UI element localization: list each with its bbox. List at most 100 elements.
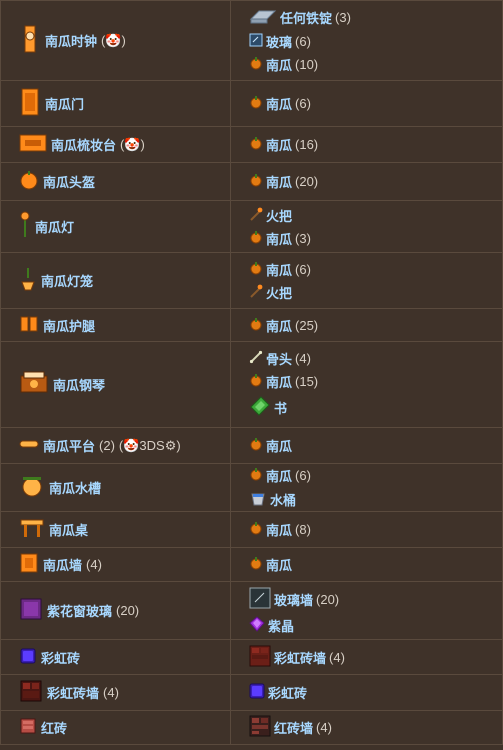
ingredient-list: 骨头 (4) 南瓜 (15) 书 <box>249 349 496 420</box>
result-item-link[interactable]: 南瓜梳妆台 <box>51 135 116 154</box>
ingredient-link[interactable]: 南瓜 <box>266 229 292 248</box>
recipe-table: 南瓜时钟 (🤡) 任何铁锭 (3) 玻璃 (6) 南瓜 (10) 南瓜门 南瓜 (6) 南瓜梳妆台 (🤡… <box>0 0 503 745</box>
result-item-link[interactable]: 南瓜门 <box>45 94 84 113</box>
rainbow-brick-wall-icon <box>249 645 271 670</box>
result-item-link[interactable]: 南瓜护腿 <box>43 316 95 335</box>
ingredient-link[interactable]: 彩虹砖墙 <box>274 648 326 667</box>
result-item-link[interactable]: 南瓜水槽 <box>49 478 101 497</box>
result-item-link[interactable]: 南瓜灯 <box>35 217 74 236</box>
ingredient-item: 火把 <box>249 283 496 302</box>
result-item-link[interactable]: 彩虹砖墙 <box>47 683 99 702</box>
ingredient-link[interactable]: 南瓜 <box>266 372 292 391</box>
recipe-row: 彩虹砖墙 (4) 彩虹砖 <box>0 674 503 711</box>
ingredient-qty: (6) <box>295 261 311 277</box>
ingredient-link[interactable]: 骨头 <box>266 349 292 368</box>
result-cell: 南瓜护腿 <box>0 308 231 342</box>
result-cell: 紫花窗玻璃 (20) <box>0 581 231 640</box>
ingredient-link[interactable]: 任何铁锭 <box>280 8 332 27</box>
ingredient-item: 水桶 <box>249 489 496 510</box>
recipe-row: 南瓜头盔 南瓜 (20) <box>0 162 503 201</box>
ingredient-link[interactable]: 南瓜 <box>266 94 292 113</box>
ingredient-item: 红砖墙 (4) <box>249 715 496 740</box>
ingredient-item: 骨头 (4) <box>249 349 496 368</box>
ingredient-link[interactable]: 水桶 <box>270 490 296 509</box>
result-item-link[interactable]: 南瓜头盔 <box>43 172 95 191</box>
ingredient-link[interactable]: 火把 <box>266 283 292 302</box>
ingredients-cell: 南瓜 (6) <box>230 80 503 127</box>
ingredient-link[interactable]: 南瓜 <box>266 520 292 539</box>
ingredient-list: 南瓜 (20) <box>249 172 496 191</box>
pumpkin-icon <box>249 317 263 334</box>
ingredient-link[interactable]: 南瓜 <box>266 436 292 455</box>
ingredient-qty: (4) <box>295 351 311 366</box>
ingredients-cell: 南瓜 (20) <box>230 162 503 201</box>
recipe-row: 紫花窗玻璃 (20) 玻璃墙 (20) 紫晶 <box>0 581 503 640</box>
ingredient-link[interactable]: 红砖墙 <box>274 718 313 737</box>
recipe-row: 南瓜门 南瓜 (6) <box>0 80 503 127</box>
recipe-row: 南瓜钢琴 骨头 (4) 南瓜 (15) 书 <box>0 341 503 428</box>
ingredient-list: 南瓜 (6) <box>249 94 496 113</box>
result-item-icon <box>19 679 43 706</box>
result-item-link[interactable]: 南瓜时钟 <box>45 31 97 50</box>
ingredient-link[interactable]: 火把 <box>266 206 292 225</box>
ingredient-item: 南瓜 (8) <box>249 520 496 539</box>
ingredient-item: 南瓜 (16) <box>249 135 496 154</box>
result-qty: (2) <box>99 438 115 453</box>
ingredient-link[interactable]: 书 <box>274 398 287 417</box>
recipe-row: 南瓜墙 (4) 南瓜 <box>0 547 503 582</box>
water-bucket-icon <box>249 489 267 510</box>
ingredient-item: 南瓜 (3) <box>249 229 496 248</box>
result-item-icon <box>19 437 39 454</box>
ingredient-qty: (20) <box>316 591 340 607</box>
ingredient-item: 南瓜 <box>249 436 496 455</box>
platform-badge: (🤡3DS⚙) <box>118 437 181 453</box>
iron-bar-icon <box>249 7 277 28</box>
recipe-row: 南瓜平台 (2) (🤡3DS⚙) 南瓜 <box>0 427 503 464</box>
ingredient-link[interactable]: 南瓜 <box>266 466 292 485</box>
result-item-link[interactable]: 南瓜墙 <box>43 555 82 574</box>
result-cell: 南瓜梳妆台 (🤡) <box>0 126 231 163</box>
result-item-icon <box>19 717 37 738</box>
result-item-link[interactable]: 紫花窗玻璃 <box>47 601 112 620</box>
ingredients-cell: 红砖墙 (4) <box>230 710 503 745</box>
result-item-link[interactable]: 彩虹砖 <box>41 648 80 667</box>
ingredient-link[interactable]: 玻璃 <box>266 32 292 51</box>
ingredient-item: 南瓜 (6) <box>249 260 496 279</box>
ingredient-link[interactable]: 紫晶 <box>268 616 294 635</box>
ingredient-qty: (10) <box>295 57 319 72</box>
result-item-link[interactable]: 红砖 <box>41 718 67 737</box>
ingredient-item: 南瓜 (10) <box>249 55 496 74</box>
ingredient-qty: (15) <box>295 374 319 389</box>
ingredient-list: 南瓜 (8) <box>249 520 496 539</box>
ingredient-link[interactable]: 彩虹砖 <box>268 683 307 702</box>
result-item-link[interactable]: 南瓜平台 <box>43 436 95 455</box>
ingredient-link[interactable]: 南瓜 <box>266 172 292 191</box>
ingredient-item: 南瓜 (20) <box>249 172 496 191</box>
ingredients-cell: 任何铁锭 (3) 玻璃 (6) 南瓜 (10) <box>230 0 503 81</box>
ingredient-item: 南瓜 (6) <box>249 94 496 113</box>
result-cell: 彩虹砖 <box>0 639 231 675</box>
result-item-icon <box>19 24 41 57</box>
ingredient-list: 红砖墙 (4) <box>249 715 496 740</box>
ingredient-qty: (6) <box>295 34 311 49</box>
ingredient-link[interactable]: 南瓜 <box>266 260 292 279</box>
ingredient-link[interactable]: 南瓜 <box>266 555 292 574</box>
result-item-link[interactable]: 南瓜桌 <box>49 520 88 539</box>
ingredient-item: 玻璃墙 (20) <box>249 587 496 612</box>
result-qty: (4) <box>86 557 102 572</box>
ingredient-list: 彩虹砖 <box>249 683 496 702</box>
ingredients-cell: 骨头 (4) 南瓜 (15) 书 <box>230 341 503 428</box>
result-item-link[interactable]: 南瓜灯笼 <box>41 271 93 290</box>
ingredient-link[interactable]: 南瓜 <box>266 135 292 154</box>
ingredient-qty: (25) <box>295 317 319 333</box>
ingredient-link[interactable]: 玻璃墙 <box>274 590 313 609</box>
ingredient-list: 南瓜 <box>249 555 496 574</box>
ingredients-cell: 南瓜 (6) 火把 <box>230 252 503 309</box>
ingredient-list: 南瓜 <box>249 436 496 455</box>
result-item-link[interactable]: 南瓜钢琴 <box>53 375 105 394</box>
ingredient-link[interactable]: 南瓜 <box>266 55 292 74</box>
result-cell: 南瓜水槽 <box>0 463 231 512</box>
result-cell: 南瓜头盔 <box>0 162 231 201</box>
result-item-icon <box>19 597 43 624</box>
ingredient-link[interactable]: 南瓜 <box>266 316 292 335</box>
